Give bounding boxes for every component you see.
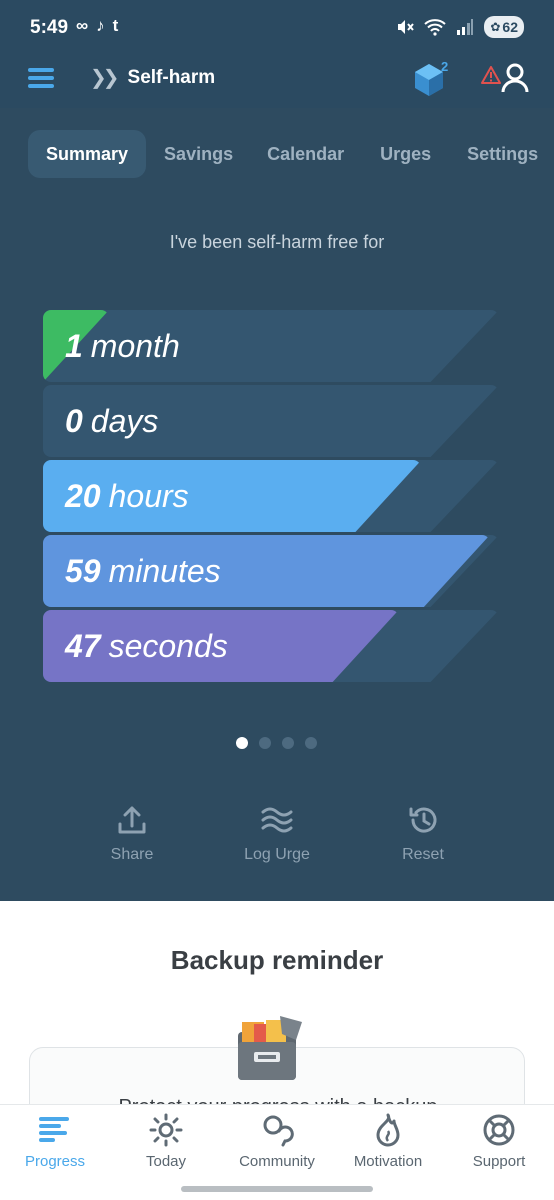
page-dot[interactable] — [305, 737, 317, 749]
nav-community[interactable]: Community — [222, 1105, 332, 1170]
tumblr-icon: t — [112, 16, 119, 35]
share-label: Share — [110, 846, 154, 863]
page-dot[interactable] — [236, 737, 248, 749]
double-chevron-right-icon: ❯❯ — [90, 67, 119, 89]
battery-level: 62 — [502, 19, 518, 35]
page-dot[interactable] — [259, 737, 271, 749]
menu-button[interactable] — [28, 68, 54, 90]
tiktok-icon: ♪ — [96, 16, 105, 35]
status-time: 5:49 — [30, 17, 69, 38]
tab-urges[interactable]: Urges — [362, 130, 449, 178]
log-urge-button[interactable]: Log Urge — [222, 804, 332, 864]
backup-title: Backup reminder — [170, 945, 384, 975]
gesture-home-bar[interactable] — [181, 1186, 373, 1192]
sun-icon — [149, 1113, 183, 1147]
counter-seconds: 47 seconds — [43, 610, 499, 682]
counter-value: 47 — [65, 628, 101, 664]
app-bar: ❯❯ Self-harm 2 — [0, 56, 554, 108]
counter-unit: minutes — [108, 553, 221, 589]
addiction-selector[interactable]: ❯❯ Self-harm — [90, 65, 215, 90]
nav-community-label: Community — [239, 1153, 315, 1170]
nav-progress-label: Progress — [24, 1153, 86, 1170]
nav-today-label: Today — [145, 1153, 187, 1170]
status-bar: 5:49 ∞ ♪ t ✿ 62 — [0, 0, 554, 56]
counter-hours: 20 hours — [43, 460, 499, 532]
share-button[interactable]: Share — [77, 804, 187, 864]
streak-counters[interactable]: 1 month 0 days 20 hours 59 minutes 47 seconds — [43, 310, 499, 682]
counter-label: 47 seconds — [65, 610, 228, 682]
card-file-box-icon — [238, 1016, 302, 1080]
profile-icon[interactable] — [500, 62, 530, 94]
counter-value: 0 — [65, 403, 83, 439]
streak-subtitle: I've been self-harm free for — [169, 232, 385, 252]
history-icon — [409, 807, 437, 833]
counter-label: 1 month — [65, 310, 180, 382]
counter-value: 20 — [65, 478, 101, 514]
lifebuoy-icon — [483, 1114, 515, 1146]
counter-months: 1 month — [43, 310, 499, 382]
log-urge-label: Log Urge — [244, 846, 310, 863]
gem-count: 2 — [441, 59, 449, 74]
counter-label: 20 hours — [65, 460, 189, 532]
warning-icon[interactable] — [481, 66, 501, 84]
flame-icon — [376, 1113, 400, 1147]
nav-progress[interactable]: Progress — [0, 1105, 110, 1170]
nav-motivation[interactable]: Motivation — [333, 1105, 443, 1170]
share-icon — [118, 806, 146, 834]
signal-icon — [457, 19, 474, 35]
wifi-icon — [424, 19, 447, 36]
status-indicators: ✿ 62 — [396, 16, 524, 38]
tab-savings[interactable]: Savings — [146, 130, 251, 178]
page-indicator[interactable] — [236, 737, 317, 749]
counter-minutes: 59 minutes — [43, 535, 499, 607]
tab-summary[interactable]: Summary — [28, 130, 147, 178]
tab-bar: Summary Savings Calendar Urges Settings — [28, 130, 554, 178]
mute-icon — [398, 20, 415, 34]
waves-icon — [261, 807, 293, 833]
counter-unit: days — [90, 403, 159, 439]
reset-label: Reset — [402, 846, 444, 863]
battery-saver-icon: ✿ — [490, 20, 501, 34]
menu-icon-line — [28, 84, 54, 88]
tab-settings[interactable]: Settings — [449, 130, 554, 178]
summary-panel: Summary Savings Calendar Urges Settings … — [0, 108, 554, 901]
nav-support-label: Support — [472, 1153, 526, 1170]
nav-today[interactable]: Today — [111, 1105, 221, 1170]
battery-indicator: ✿ 62 — [484, 16, 524, 38]
counter-label: 59 minutes — [65, 535, 221, 607]
counter-unit: month — [90, 328, 180, 364]
page-dot[interactable] — [282, 737, 294, 749]
nav-support[interactable]: Support — [444, 1105, 554, 1170]
menu-icon-line — [28, 68, 54, 72]
menu-icon-line — [28, 76, 54, 80]
counter-value: 1 — [65, 328, 83, 364]
chat-bubbles-icon — [263, 1115, 294, 1147]
tab-calendar[interactable]: Calendar — [251, 130, 362, 178]
progress-icon — [39, 1117, 69, 1142]
counter-days: 0 days — [43, 385, 499, 457]
status-app-icons: ∞ ♪ t — [76, 16, 118, 36]
nav-motivation-label: Motivation — [353, 1153, 423, 1170]
action-row: Share Log Urge Reset — [0, 804, 554, 884]
reset-button[interactable]: Reset — [368, 804, 478, 864]
counter-label: 0 days — [65, 385, 158, 457]
counter-value: 59 — [65, 553, 101, 589]
discord-icon: ∞ — [76, 16, 89, 35]
page-title: Self-harm — [127, 66, 216, 88]
counter-unit: hours — [108, 478, 189, 514]
counter-unit: seconds — [108, 628, 228, 664]
